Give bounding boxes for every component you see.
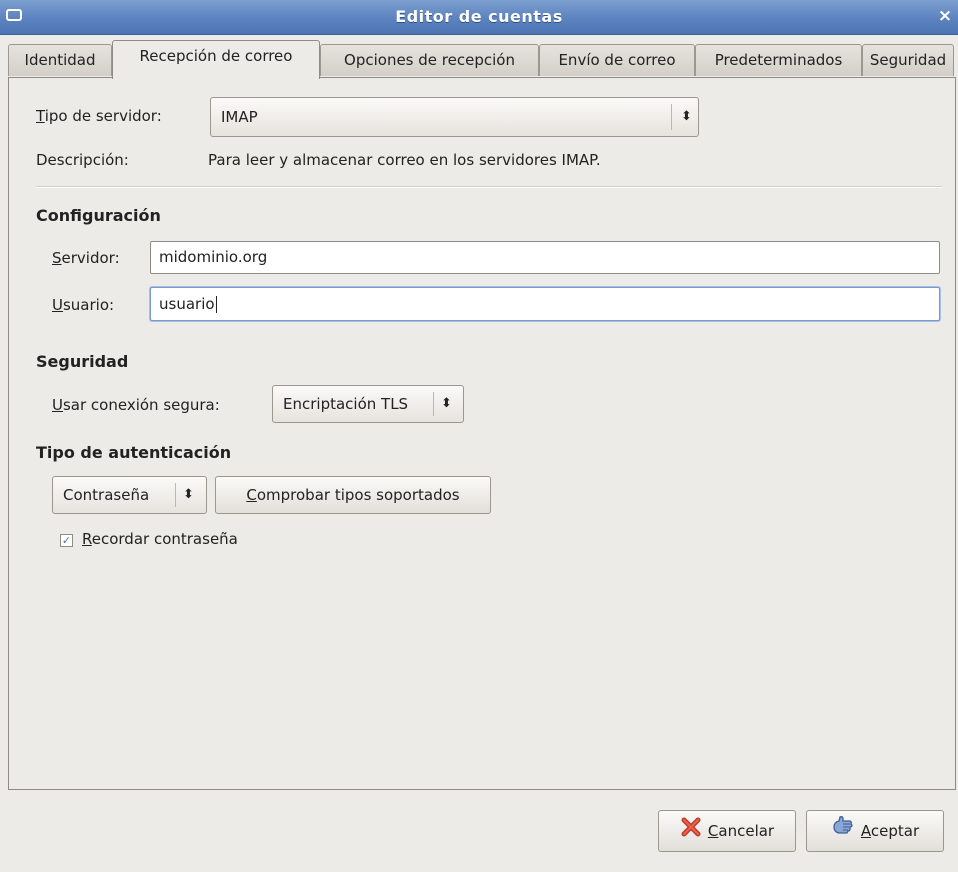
remember-password-label[interactable]: Recordar contraseña <box>82 530 238 548</box>
remember-password-checkbox[interactable]: ✓ <box>60 534 73 547</box>
server-input[interactable]: midominio.org <box>150 241 940 274</box>
configuration-heading: Configuración <box>36 206 161 225</box>
tab-recepcion-de-correo[interactable]: Recepción de correo <box>112 40 320 79</box>
tab-predeterminados[interactable]: Predeterminados <box>695 44 862 76</box>
title-bar: Editor de cuentas × <box>0 0 958 35</box>
updown-arrow-icon: ⬍ <box>183 487 194 502</box>
tab-envio-de-correo[interactable]: Envío de correo <box>539 44 695 76</box>
cancel-x-icon <box>680 812 702 852</box>
secure-connection-value: Encriptación TLS <box>283 395 409 413</box>
security-heading: Seguridad <box>36 352 129 371</box>
server-label: Servidor: <box>52 249 120 267</box>
auth-heading: Tipo de autenticación <box>36 443 232 462</box>
tab-panel <box>8 77 956 790</box>
accept-hand-icon <box>831 812 855 852</box>
tab-identidad[interactable]: Identidad <box>8 44 112 76</box>
secure-connection-label: Usar conexión segura: <box>52 396 220 414</box>
server-type-label: Tipo de servidor: <box>36 107 162 125</box>
cancel-button[interactable]: Cancelar <box>658 810 796 852</box>
separator <box>36 186 942 188</box>
secure-connection-select[interactable]: Encriptación TLS ⬍ <box>272 385 464 423</box>
server-type-value: IMAP <box>221 108 258 126</box>
description-value: Para leer y almacenar correo en los serv… <box>208 151 601 169</box>
auth-method-value: Contraseña <box>63 486 150 504</box>
description-label: Descripción: <box>36 151 129 169</box>
window-title: Editor de cuentas <box>395 7 563 26</box>
tab-opciones-de-recepcion[interactable]: Opciones de recepción <box>320 44 539 76</box>
close-icon[interactable]: × <box>936 7 954 25</box>
user-input[interactable]: usuario <box>150 287 940 321</box>
server-type-select[interactable]: IMAP ⬍ <box>210 97 699 137</box>
updown-arrow-icon: ⬍ <box>441 396 452 411</box>
check-supported-types-button[interactable]: Comprobar tipos soportados <box>215 476 491 514</box>
auth-method-select[interactable]: Contraseña ⬍ <box>52 476 207 514</box>
accept-button[interactable]: Aceptar <box>806 810 944 852</box>
user-label: Usuario: <box>52 296 115 314</box>
tab-seguridad[interactable]: Seguridad <box>862 44 954 76</box>
updown-arrow-icon: ⬍ <box>681 109 692 124</box>
